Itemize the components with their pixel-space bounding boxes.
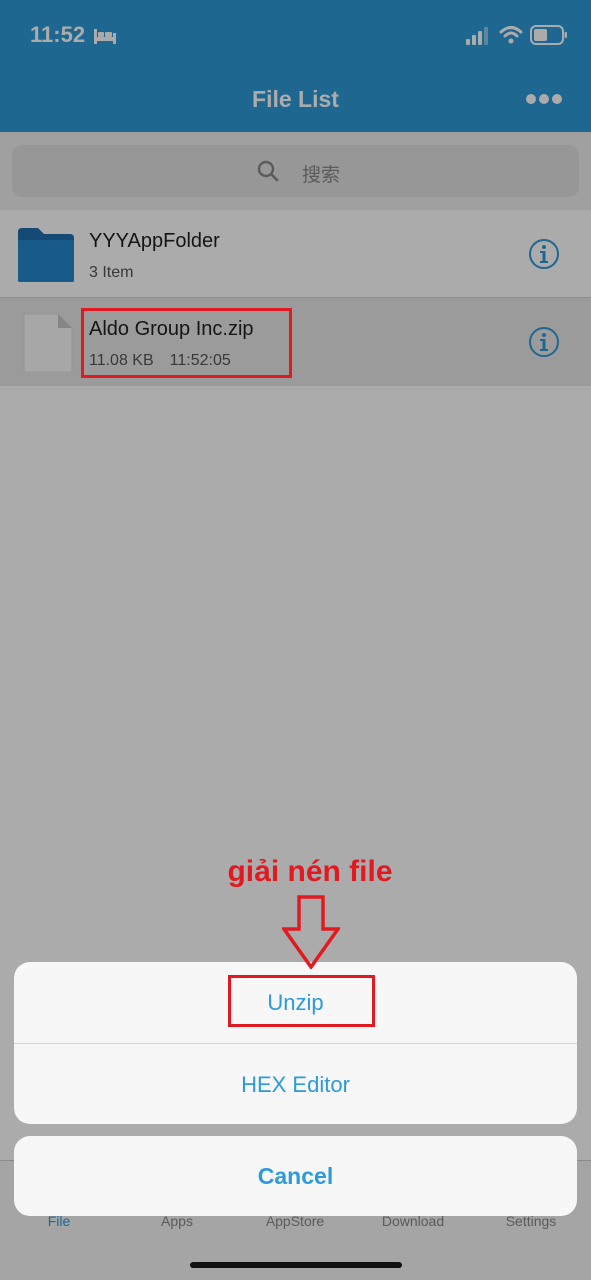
cancel-button[interactable]: Cancel bbox=[14, 1136, 577, 1216]
annotation-text: giải nén file bbox=[227, 855, 393, 888]
highlight-box-file bbox=[81, 308, 292, 378]
hex-editor-button[interactable]: HEX Editor bbox=[14, 1043, 577, 1124]
highlight-box-unzip bbox=[228, 975, 375, 1027]
down-arrow-icon bbox=[282, 895, 340, 969]
home-indicator[interactable] bbox=[190, 1262, 402, 1268]
